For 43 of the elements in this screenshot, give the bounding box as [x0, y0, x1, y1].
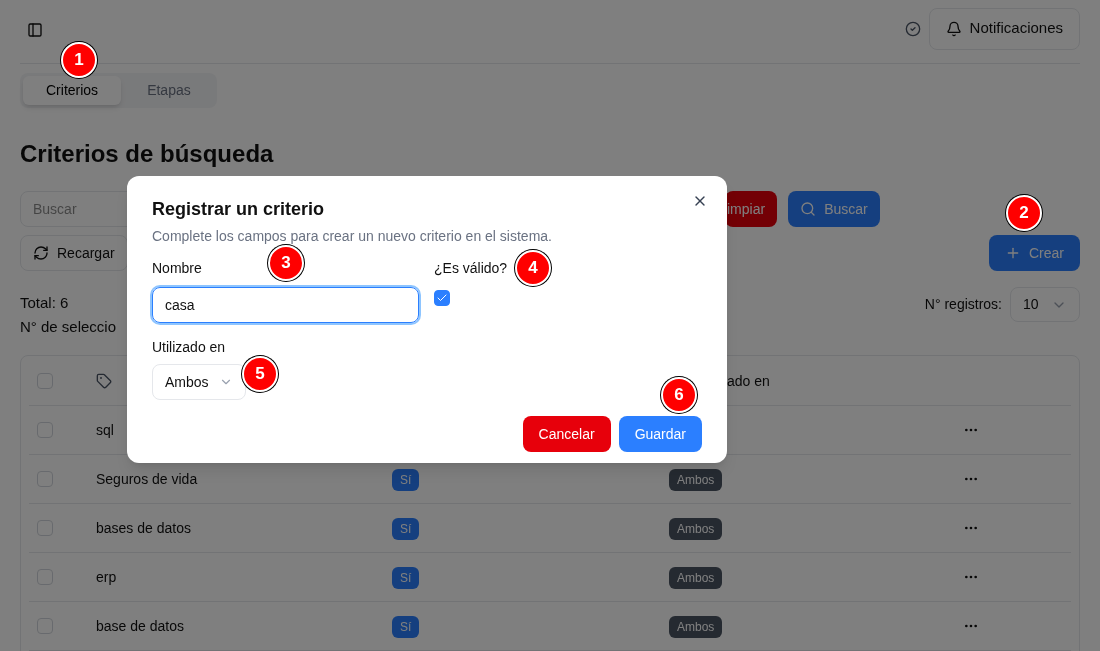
valid-badge: Sí: [392, 616, 420, 638]
tag-icon: [96, 372, 112, 389]
check-circle-icon[interactable]: [904, 20, 921, 37]
valid-checkbox[interactable]: [434, 290, 450, 306]
page-size-label: N° registros:: [924, 295, 1002, 314]
clear-button[interactable]: impiar: [725, 191, 778, 227]
step-marker: 2: [1006, 195, 1042, 231]
tab[interactable]: Etapas: [124, 76, 214, 105]
notifications-button[interactable]: Notificaciones: [928, 7, 1080, 50]
total-count: Total: 6: [20, 293, 70, 313]
search-icon: [800, 201, 817, 217]
table-cell-text: bases de datos: [96, 518, 192, 538]
search-button[interactable]: Buscar: [788, 191, 880, 227]
field-label: Nombre: [152, 260, 202, 276]
table-cell-text: sql: [96, 420, 115, 440]
check-icon: [436, 292, 448, 304]
dialog-description: Complete los campos para crear un nuevo criterio en el sistema.: [152, 227, 553, 246]
create-button[interactable]: Crear: [989, 235, 1080, 271]
column-header: ado en: [727, 372, 770, 389]
bell-icon: [945, 20, 962, 37]
tab[interactable]: Criterios: [23, 76, 122, 105]
valid-badge: Sí: [392, 567, 420, 589]
valid-badge: Sí: [392, 469, 420, 491]
name-field[interactable]: casa: [152, 287, 419, 323]
save-button[interactable]: Guardar: [618, 416, 702, 452]
field-label: ¿Es válido?: [434, 259, 508, 278]
usage-badge: Ambos: [669, 518, 723, 540]
page-size-select[interactable]: 10: [1010, 287, 1080, 322]
usage-badge: Ambos: [669, 469, 723, 491]
table-cell-text: base de datos: [96, 616, 185, 636]
selected-count: N° de seleccio: [20, 317, 117, 337]
usage-badge: Ambos: [669, 616, 723, 638]
table-cell-text: Seguros de vida: [96, 469, 199, 489]
page-title: Criterios de búsqueda: [20, 139, 275, 169]
usage-badge: Ambos: [669, 567, 723, 589]
step-marker: 1: [61, 42, 97, 78]
table-cell-text: erp: [96, 567, 118, 587]
valid-badge: Sí: [392, 518, 420, 540]
cancel-button[interactable]: Cancelar: [522, 416, 611, 452]
sidebar-toggle-icon[interactable]: [27, 22, 43, 38]
field-label: Utilizado en: [152, 338, 227, 357]
plus-icon: [1005, 245, 1021, 261]
refresh-icon: [33, 245, 49, 261]
